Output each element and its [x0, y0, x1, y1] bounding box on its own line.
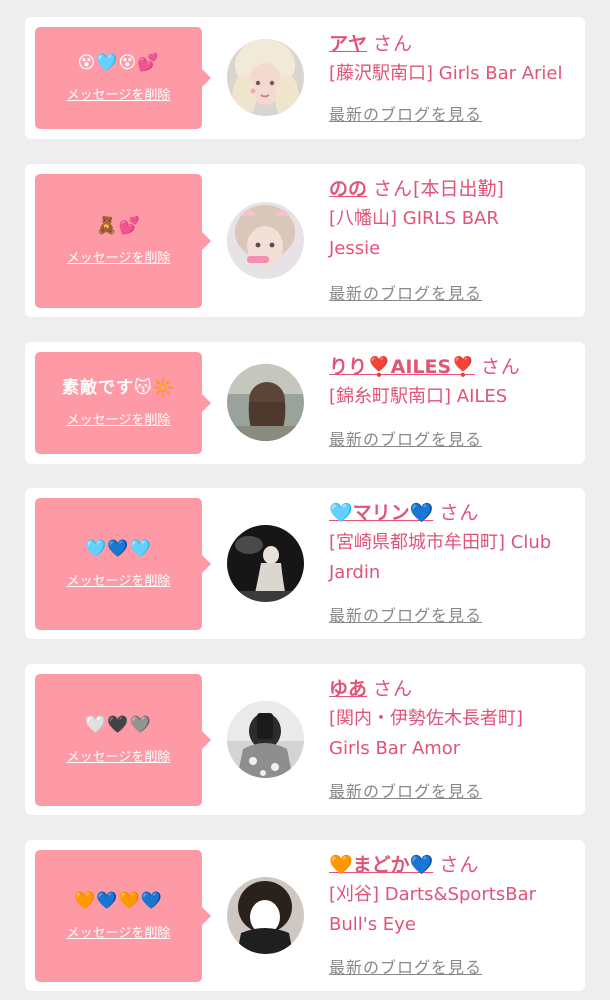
latest-blog-link[interactable]: 最新のブログを見る — [329, 782, 482, 802]
honorific: さん — [439, 502, 480, 524]
message-card: 🧸💕 メッセージを削除 のの さん[本日出勤] [八幡山] GIRLS BAR J… — [25, 164, 585, 317]
girl-info: ゆあ さん [関内・伊勢佐木長者町] Girls Bar Amor — [329, 674, 573, 764]
shop-name: [宮崎県都城市牟田町] Club Jardin — [329, 532, 552, 583]
message-card: 素敵です😽🔆 メッセージを削除 りり❣️AILES❣️ さん [錦糸町駅南口] A… — [25, 342, 585, 464]
shop-name: [八幡山] GIRLS BAR Jessie — [329, 208, 499, 259]
delete-message-link[interactable]: メッセージを削除 — [67, 750, 171, 766]
avatar[interactable] — [227, 364, 304, 441]
girl-name-link[interactable]: りり❣️AILES❣️ — [329, 356, 475, 378]
honorific: さん — [373, 678, 414, 700]
shop-name: [関内・伊勢佐木長者町] Girls Bar Amor — [329, 708, 524, 759]
shop-name: [刈谷] Darts&SportsBar Bull's Eye — [329, 884, 537, 935]
message-bubble: 🩵💙🩵 メッセージを削除 — [35, 498, 211, 630]
delete-message-link[interactable]: メッセージを削除 — [67, 88, 171, 104]
message-bubble: 素敵です😽🔆 メッセージを削除 — [35, 352, 211, 454]
girl-name-link[interactable]: 🩵マリン💙 — [329, 502, 433, 524]
name-line: りり❣️AILES❣️ さん — [329, 352, 573, 382]
message-text: 🧡💙🧡💙 — [74, 891, 163, 911]
message-card: 🤍🖤🩶 メッセージを削除 ゆあ さん [関内・伊勢佐木長者町] Girls Bar… — [25, 664, 585, 815]
message-bubble: 😵🩵😵💕 メッセージを削除 — [35, 27, 211, 129]
message-bubble: 🤍🖤🩶 メッセージを削除 — [35, 674, 211, 806]
girl-name-link[interactable]: アヤ — [329, 33, 367, 55]
message-text: 🧸💕 — [96, 216, 141, 236]
latest-blog-link[interactable]: 最新のブログを見る — [329, 958, 482, 978]
girl-info: アヤ さん [藤沢駅南口] Girls Bar Ariel — [329, 29, 573, 89]
avatar[interactable] — [227, 877, 304, 954]
shop-name: [藤沢駅南口] Girls Bar Ariel — [329, 63, 563, 84]
delete-message-link[interactable]: メッセージを削除 — [67, 926, 171, 942]
latest-blog-link[interactable]: 最新のブログを見る — [329, 105, 482, 125]
honorific: さん — [480, 356, 521, 378]
latest-blog-link[interactable]: 最新のブログを見る — [329, 606, 482, 626]
message-card: 🩵💙🩵 メッセージを削除 🩵マリン💙 さん [宮崎県都城市牟田町] Club Ja… — [25, 488, 585, 639]
girl-info: 🧡まどか💙 さん [刈谷] Darts&SportsBar Bull's Eye — [329, 850, 573, 940]
honorific: さん — [439, 854, 480, 876]
honorific: さん — [373, 33, 414, 55]
message-text: 🩵💙🩵 — [85, 539, 152, 559]
delete-message-link[interactable]: メッセージを削除 — [67, 413, 171, 429]
avatar[interactable] — [227, 202, 304, 279]
delete-message-link[interactable]: メッセージを削除 — [67, 251, 171, 267]
honorific: さん — [373, 178, 414, 200]
girl-info: のの さん[本日出勤] [八幡山] GIRLS BAR Jessie — [329, 174, 573, 264]
message-text: 素敵です😽🔆 — [62, 378, 175, 398]
name-line: 🧡まどか💙 さん — [329, 850, 573, 880]
avatar[interactable] — [227, 525, 304, 602]
name-line: ゆあ さん — [329, 674, 573, 704]
status-tag: [本日出勤] — [413, 178, 504, 200]
name-line: アヤ さん — [329, 29, 573, 59]
message-text: 🤍🖤🩶 — [85, 715, 152, 735]
latest-blog-link[interactable]: 最新のブログを見る — [329, 284, 482, 304]
shop-name: [錦糸町駅南口] AILES — [329, 386, 508, 407]
girl-name-link[interactable]: のの — [329, 178, 367, 200]
girl-name-link[interactable]: 🧡まどか💙 — [329, 854, 433, 876]
delete-message-link[interactable]: メッセージを削除 — [67, 574, 171, 590]
girl-info: 🩵マリン💙 さん [宮崎県都城市牟田町] Club Jardin — [329, 498, 573, 588]
message-bubble: 🧡💙🧡💙 メッセージを削除 — [35, 850, 211, 982]
latest-blog-link[interactable]: 最新のブログを見る — [329, 430, 482, 450]
name-line: 🩵マリン💙 さん — [329, 498, 573, 528]
message-list: 😵🩵😵💕 メッセージを削除 アヤ さん [藤沢駅南口] Girls Bar Ari… — [0, 0, 610, 1000]
message-bubble: 🧸💕 メッセージを削除 — [35, 174, 211, 308]
name-line: のの さん[本日出勤] — [329, 174, 573, 204]
girl-name-link[interactable]: ゆあ — [329, 678, 367, 700]
avatar[interactable] — [227, 701, 304, 778]
avatar[interactable] — [227, 39, 304, 116]
message-card: 😵🩵😵💕 メッセージを削除 アヤ さん [藤沢駅南口] Girls Bar Ari… — [25, 17, 585, 139]
girl-info: りり❣️AILES❣️ さん [錦糸町駅南口] AILES — [329, 352, 573, 412]
message-text: 😵🩵😵💕 — [77, 53, 160, 73]
message-card: 🧡💙🧡💙 メッセージを削除 🧡まどか💙 さん [刈谷] Darts&SportsB… — [25, 840, 585, 991]
